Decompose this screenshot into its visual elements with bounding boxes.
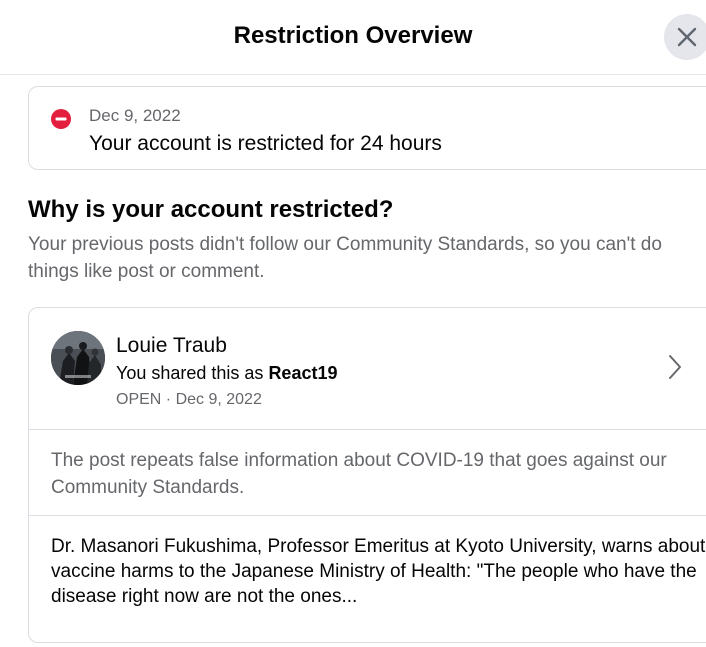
chevron-right-icon <box>669 355 681 379</box>
close-icon <box>677 27 697 47</box>
section-heading: Why is your account restricted? <box>28 196 394 223</box>
shared-page-name: React19 <box>268 363 338 383</box>
stop-icon <box>51 109 71 129</box>
shared-as-line: You shared this as React19 <box>116 363 337 384</box>
close-button[interactable] <box>664 14 706 60</box>
restriction-date: Dec 9, 2022 <box>89 106 181 125</box>
restriction-message: Your account is restricted for 24 hours <box>89 132 442 155</box>
post-card: Louie Traub You shared this as React19 O… <box>28 307 706 643</box>
dialog-title: Restriction Overview <box>233 22 473 49</box>
post-text: Dr. Masanori Fukushima, Professor Emerit… <box>51 536 706 607</box>
post-header-link[interactable]: Louie Traub You shared this as React19 O… <box>29 308 706 430</box>
restriction-status-card: Dec 9, 2022 Your account is restricted f… <box>28 86 706 170</box>
dialog-header: Restriction Overview <box>0 0 706 75</box>
avatar <box>51 331 105 385</box>
divider <box>29 515 706 516</box>
violation-reason: The post repeats false information about… <box>51 450 667 498</box>
section-description: Your previous posts didn't follow our Co… <box>28 234 662 282</box>
shared-as-prefix: You shared this as <box>116 363 269 383</box>
post-meta: OPEN · Dec 9, 2022 <box>116 391 262 408</box>
author-name: Louie Traub <box>116 334 227 357</box>
